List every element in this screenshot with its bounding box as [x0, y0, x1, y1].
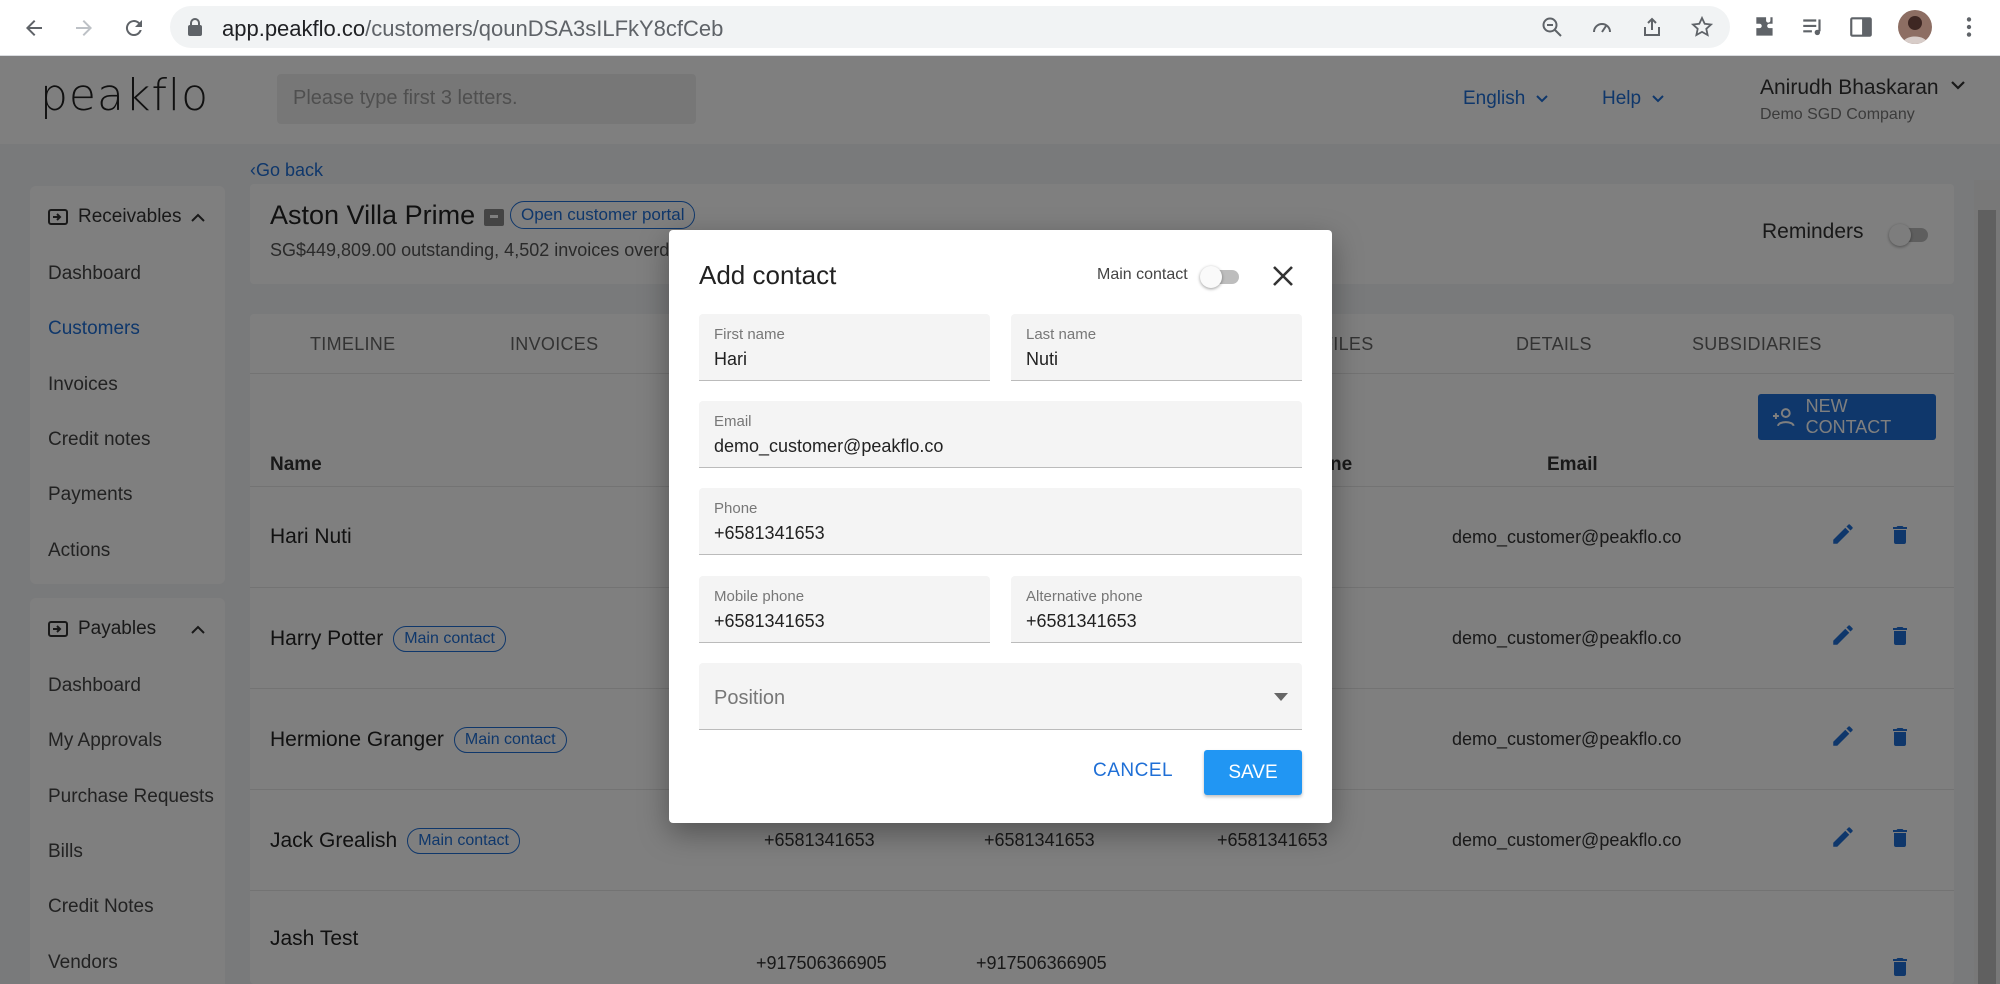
main-contact-toggle[interactable]	[1200, 266, 1239, 288]
position-select[interactable]: Position	[699, 663, 1302, 730]
mobile-phone-value: +6581341653	[714, 611, 825, 631]
cancel-button[interactable]: CANCEL	[1093, 760, 1173, 782]
share-icon[interactable]	[1640, 15, 1664, 39]
first-name-value: Hari	[714, 349, 748, 369]
alternative-phone-value: +6581341653	[1026, 611, 1137, 631]
url-text: app.peakflo.co/customers/qounDSA3sILFkY8…	[222, 16, 723, 42]
close-icon[interactable]	[1269, 262, 1297, 290]
add-contact-dialog: Add contact Main contact First name Hari…	[669, 230, 1332, 823]
back-icon[interactable]	[18, 12, 50, 44]
side-panel-icon[interactable]	[1848, 14, 1876, 42]
mobile-phone-field[interactable]: Mobile phone +6581341653	[699, 576, 990, 643]
phone-label: Phone	[714, 500, 758, 517]
browser-toolbar: app.peakflo.co/customers/qounDSA3sILFkY8…	[0, 0, 2000, 56]
lock-icon	[186, 17, 204, 42]
profile-avatar[interactable]	[1898, 10, 1932, 44]
last-name-field[interactable]: Last name Nuti	[1011, 314, 1302, 381]
position-placeholder: Position	[714, 687, 786, 709]
main-contact-label: Main contact	[1097, 266, 1188, 283]
media-control-icon[interactable]	[1800, 14, 1828, 42]
bookmark-star-icon[interactable]	[1690, 15, 1714, 39]
first-name-field[interactable]: First name Hari	[699, 314, 990, 381]
dialog-title: Add contact	[699, 260, 837, 290]
performance-icon[interactable]	[1590, 15, 1614, 39]
email-value: demo_customer@peakflo.co	[714, 436, 944, 456]
address-bar[interactable]: app.peakflo.co/customers/qounDSA3sILFkY8…	[170, 6, 1730, 48]
alternative-phone-label: Alternative phone	[1026, 588, 1143, 605]
mobile-phone-label: Mobile phone	[714, 588, 805, 605]
alternative-phone-field[interactable]: Alternative phone +6581341653	[1011, 576, 1302, 643]
reload-icon[interactable]	[118, 12, 150, 44]
phone-value: +6581341653	[714, 523, 825, 543]
zoom-icon[interactable]	[1540, 15, 1564, 39]
email-field[interactable]: Email demo_customer@peakflo.co	[699, 401, 1302, 468]
browser-menu-icon[interactable]	[1956, 14, 1984, 42]
phone-field[interactable]: Phone +6581341653	[699, 488, 1302, 555]
dropdown-arrow-icon	[1274, 693, 1288, 701]
last-name-label: Last name	[1026, 326, 1097, 343]
url-path: /customers/qounDSA3sILFkY8cfCeb	[365, 16, 724, 41]
first-name-label: First name	[714, 326, 785, 343]
url-host: app.peakflo.co	[222, 16, 366, 41]
forward-icon[interactable]	[68, 12, 100, 44]
extensions-icon[interactable]	[1752, 14, 1780, 42]
toggle-knob	[1200, 266, 1222, 288]
email-label: Email	[714, 413, 752, 430]
save-button[interactable]: SAVE	[1204, 750, 1302, 795]
last-name-value: Nuti	[1026, 349, 1059, 369]
